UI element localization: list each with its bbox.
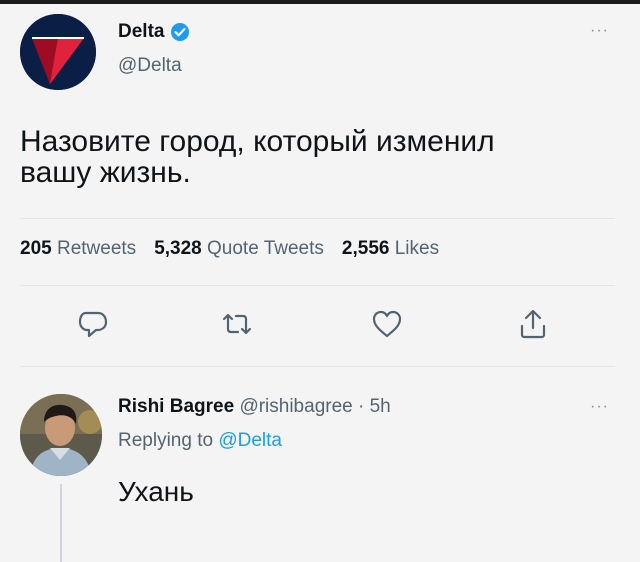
retweets-stat[interactable]: 205 Retweets — [20, 238, 136, 259]
retweet-button[interactable] — [220, 307, 254, 341]
replying-to: Replying to @Delta — [118, 430, 282, 452]
tweet-text: Назовите город, который изменил вашу жиз… — [20, 126, 610, 188]
more-options-icon[interactable]: ··· — [590, 22, 609, 40]
like-icon — [372, 310, 402, 338]
tweet-text-line1: Назовите город, который изменил — [20, 125, 495, 158]
tweet-stats: 205 Retweets 5,328 Quote Tweets 2,556 Like… — [20, 238, 439, 260]
reply-header: Rishi Bagree @rishibagree · 5h — [118, 396, 391, 418]
reply-icon — [78, 311, 108, 338]
delta-avatar[interactable] — [20, 14, 96, 90]
delta-logo-icon — [20, 14, 96, 90]
like-button[interactable] — [370, 307, 404, 341]
likes-count: 2,556 — [341, 238, 390, 259]
divider — [20, 285, 615, 286]
retweet-icon — [222, 313, 252, 335]
verified-badge-icon — [171, 23, 190, 41]
divider — [20, 218, 615, 219]
tweet-screenshot: Delta @Delta ··· Назовите город, который… — [0, 0, 640, 562]
quote-label: Quote Tweets — [207, 238, 324, 259]
likes-stat[interactable]: 2,556 Likes — [342, 238, 439, 259]
quote-tweets-stat[interactable]: 5,328 Quote Tweets — [154, 238, 324, 259]
quote-count: 5,328 — [154, 238, 202, 259]
top-edge — [0, 0, 640, 4]
likes-label: Likes — [394, 238, 440, 259]
reply-button[interactable] — [76, 307, 110, 341]
author-handle[interactable]: @Delta — [118, 55, 182, 77]
reply-meta[interactable]: @rishibagree · 5h — [239, 396, 390, 417]
divider — [20, 366, 615, 367]
reply-author-name[interactable]: Rishi Bagree — [118, 396, 234, 417]
reply-text: Ухань — [118, 476, 194, 507]
reply-more-options-icon[interactable]: ··· — [590, 398, 609, 416]
retweets-label: Retweets — [56, 238, 137, 259]
share-icon — [520, 309, 546, 339]
share-button[interactable] — [516, 307, 550, 341]
replying-prefix: Replying to — [118, 430, 214, 451]
retweets-count: 205 — [20, 238, 52, 259]
profile-photo-icon — [20, 394, 102, 476]
author-name-text[interactable]: Delta — [118, 21, 164, 43]
rishi-avatar[interactable] — [20, 394, 102, 476]
tweet-text-line2: вашу жизнь. — [20, 156, 191, 189]
replying-mention-link[interactable]: @Delta — [218, 430, 282, 451]
author-name[interactable]: Delta — [118, 21, 190, 43]
thread-line — [60, 484, 62, 562]
